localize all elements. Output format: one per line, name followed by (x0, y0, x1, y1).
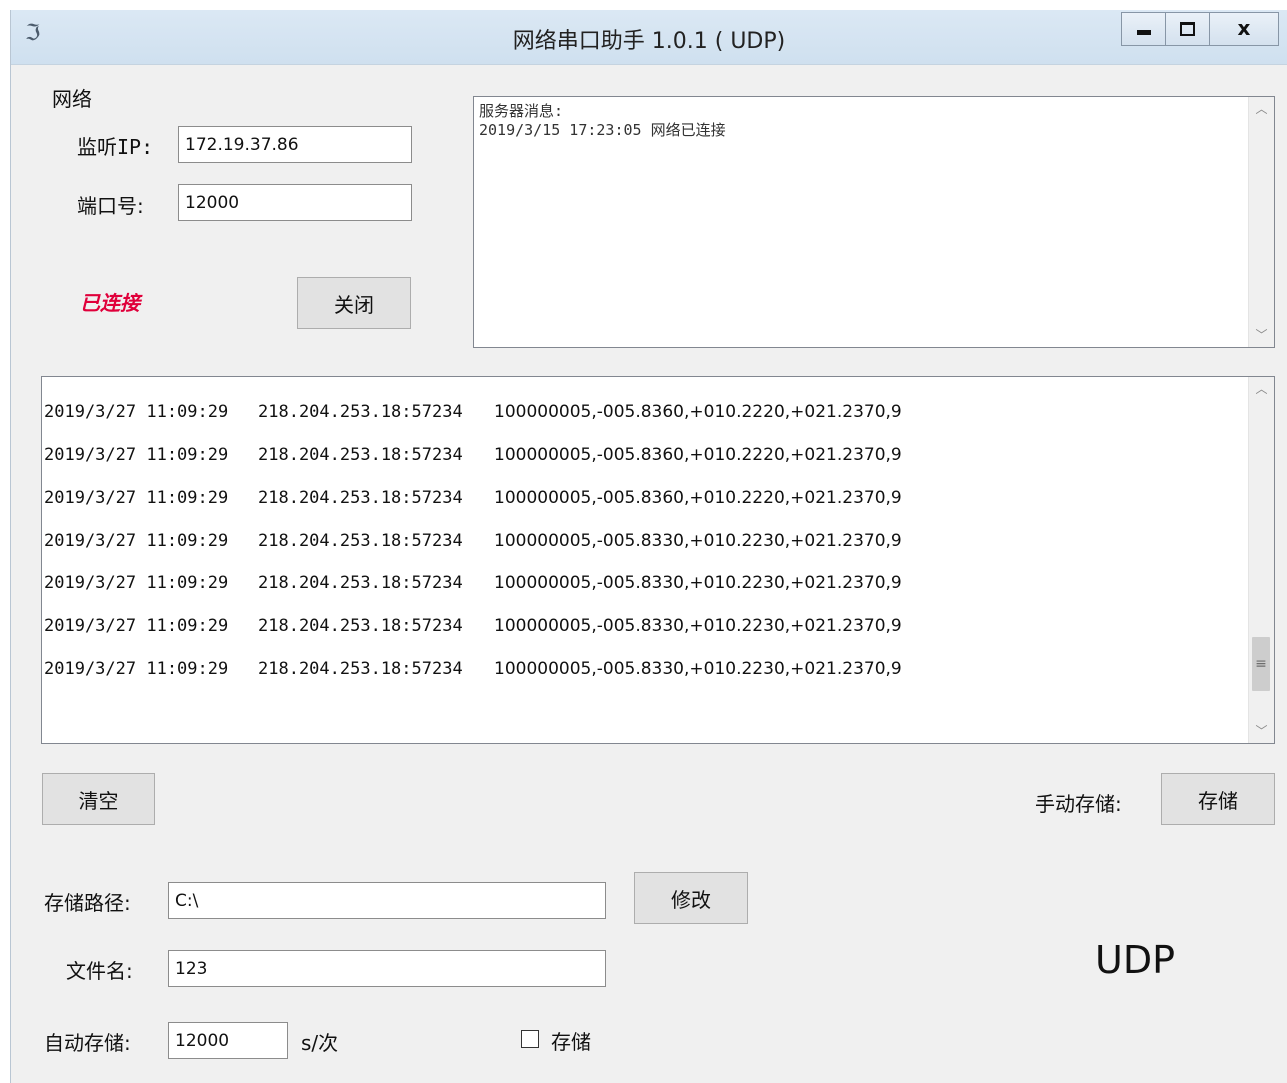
log-address: 218.204.253.18:57234 (258, 616, 463, 636)
scroll-up-icon[interactable]: ︿ (1249, 377, 1274, 401)
log-address: 218.204.253.18:57234 (258, 445, 463, 465)
log-data: 100000005,-005.8330,+010.2230,+021.2370,… (494, 531, 902, 551)
log-time: 2019/3/27 11:09:29 (44, 402, 229, 422)
log-time: 2019/3/27 11:09:29 (44, 531, 229, 551)
auto-save-checkbox-label[interactable]: 存储 (551, 1026, 591, 1055)
maximize-icon (1180, 22, 1195, 36)
server-message-box[interactable]: 服务器消息: 2019/3/15 17:23:05 网络已连接 ︿ ﹀ (473, 96, 1275, 348)
clear-button[interactable]: 清空 (42, 773, 155, 825)
log-time: 2019/3/27 11:09:29 (44, 573, 229, 593)
log-data: 100000005,-005.8360,+010.2220,+021.2370,… (494, 402, 902, 422)
close-icon: x (1237, 16, 1251, 40)
server-message-line: 服务器消息: (479, 102, 564, 120)
maximize-button[interactable] (1165, 12, 1209, 46)
log-time: 2019/3/27 11:09:29 (44, 659, 229, 679)
connection-status: 已连接 (80, 291, 140, 315)
log-time: 2019/3/27 11:09:29 (44, 616, 229, 636)
log-row: 2019/3/27 11:09:29 218.204.253.18:57234 … (44, 531, 902, 553)
log-address: 218.204.253.18:57234 (258, 531, 463, 551)
auto-save-label: 自动存储: (44, 1031, 131, 1055)
log-row: 2019/3/27 11:09:29 218.204.253.18:57234 … (44, 659, 902, 681)
filename-label: 文件名: (66, 959, 133, 983)
log-row: 2019/3/27 11:09:29 218.204.253.18:57234 … (44, 616, 902, 638)
log-address: 218.204.253.18:57234 (258, 573, 463, 593)
port-label: 端口号: (77, 194, 144, 218)
listen-ip-label: 监听IP: (77, 135, 154, 159)
log-data: 100000005,-005.8360,+010.2220,+021.2370,… (494, 445, 902, 465)
mode-label: UDP (1095, 938, 1175, 982)
auto-save-interval-input[interactable] (168, 1022, 288, 1059)
log-time: 2019/3/27 11:09:29 (44, 488, 229, 508)
log-data: 100000005,-005.8330,+010.2230,+021.2370,… (494, 573, 902, 593)
server-message-line: 2019/3/15 17:23:05 网络已连接 (479, 121, 726, 139)
log-address: 218.204.253.18:57234 (258, 402, 463, 422)
storage-path-label: 存储路径: (44, 891, 131, 915)
log-data: 100000005,-005.8330,+010.2230,+021.2370,… (494, 616, 902, 636)
minimize-button[interactable] (1121, 12, 1165, 46)
scroll-down-icon[interactable]: ﹀ (1249, 323, 1274, 347)
server-message-scrollbar[interactable]: ︿ ﹀ (1248, 97, 1274, 347)
log-scrollbar[interactable]: ︿ ≡ ﹀ (1248, 377, 1274, 743)
log-row: 2019/3/27 11:09:29 218.204.253.18:57234 … (44, 573, 902, 595)
storage-path-input[interactable] (168, 882, 606, 919)
log-data: 100000005,-005.8360,+010.2220,+021.2370,… (494, 488, 902, 508)
log-data: 100000005,-005.8330,+010.2230,+021.2370,… (494, 659, 902, 679)
listen-ip-input[interactable] (178, 126, 412, 163)
network-group-label: 网络 (52, 87, 92, 111)
log-address: 218.204.253.18:57234 (258, 488, 463, 508)
save-button[interactable]: 存储 (1161, 773, 1275, 825)
auto-save-checkbox[interactable] (521, 1030, 539, 1048)
log-row: 2019/3/27 11:09:29 218.204.253.18:57234 … (44, 488, 902, 510)
server-message-text: 服务器消息: 2019/3/15 17:23:05 网络已连接 (479, 102, 726, 140)
scroll-down-icon[interactable]: ﹀ (1249, 719, 1274, 743)
modify-path-button[interactable]: 修改 (634, 872, 748, 924)
port-input[interactable] (178, 184, 412, 221)
window-title: 网络串口助手 1.0.1 ( UDP) (512, 29, 786, 54)
minimize-icon (1136, 30, 1151, 35)
log-row: 2019/3/27 11:09:29 218.204.253.18:57234 … (44, 445, 902, 467)
close-connection-button[interactable]: 关闭 (297, 277, 411, 329)
app-window: ℑ 网络串口助手 1.0.1 ( UDP) x 网络 监听IP: 端口号: 已连… (10, 10, 1287, 1083)
log-row: 2019/3/27 11:09:29 218.204.253.18:57234 … (44, 402, 902, 424)
log-time: 2019/3/27 11:09:29 (44, 445, 229, 465)
close-window-button[interactable]: x (1209, 12, 1279, 46)
interval-unit-label: s/次 (301, 1031, 339, 1055)
filename-input[interactable] (168, 950, 606, 987)
scroll-up-icon[interactable]: ︿ (1249, 97, 1274, 121)
log-address: 218.204.253.18:57234 (258, 659, 463, 679)
title-bar[interactable]: ℑ 网络串口助手 1.0.1 ( UDP) x (11, 10, 1287, 65)
received-data-log[interactable]: 2019/3/27 11:09:29 218.204.253.18:57234 … (41, 376, 1275, 744)
scroll-thumb[interactable]: ≡ (1252, 637, 1270, 691)
manual-save-label: 手动存储: (1035, 792, 1122, 816)
